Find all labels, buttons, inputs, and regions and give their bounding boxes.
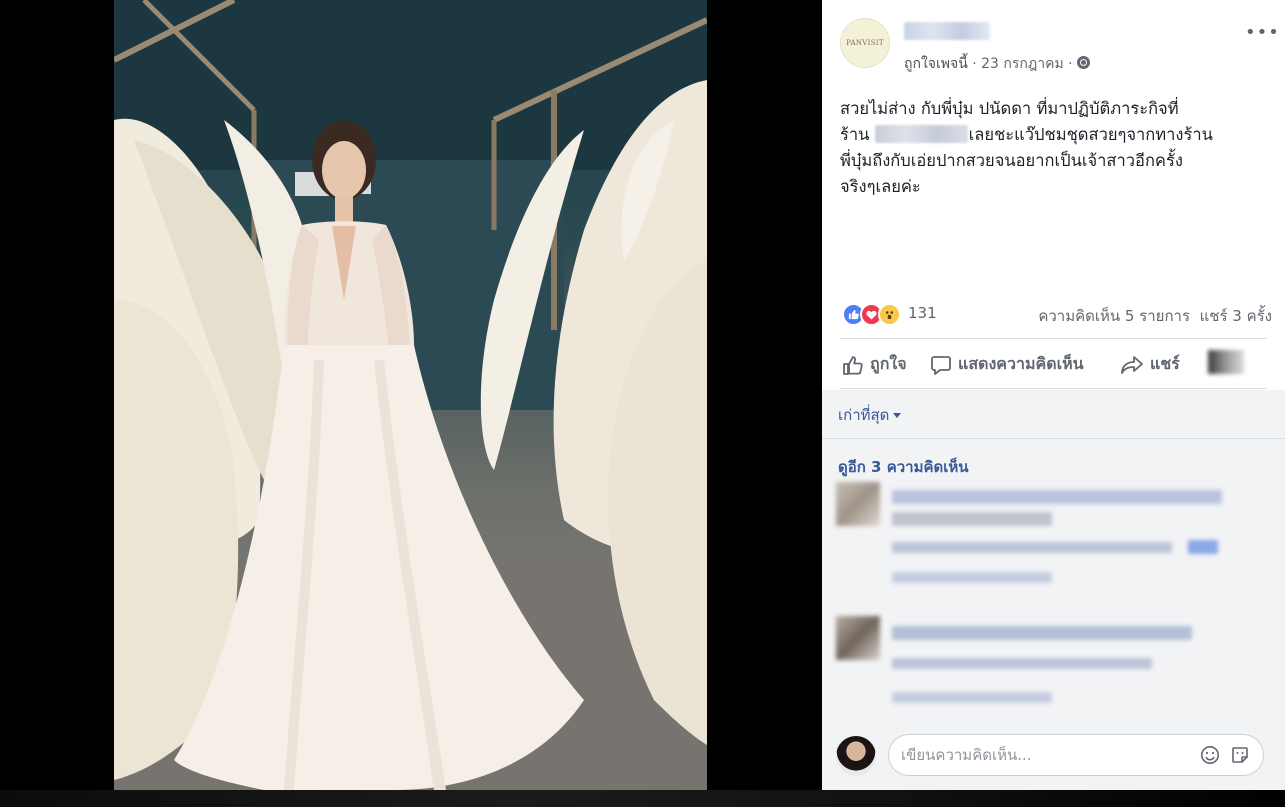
post-text-line: พี่บุ๋มถึงกับเอ่ยปากสวยจนอยากเป็นเจ้าสาว… xyxy=(840,151,1183,170)
comment-author-blurred[interactable] xyxy=(892,626,1192,640)
post-text-fragment: เลยชะแว๊ปชมชุดสวยๆจากทางร้าน xyxy=(968,125,1213,144)
comment-sort-dropdown[interactable]: เก่าที่สุด xyxy=(838,403,902,427)
post-side-panel: PANVISIT ถูกใจเพจนี้ · 23 กรกฎาคม · ••• … xyxy=(822,0,1285,790)
post-text-fragment: ร้าน xyxy=(840,125,875,144)
thumbs-up-icon xyxy=(843,355,863,375)
post-actions: ถูกใจ แสดงความคิดเห็น แชร์ xyxy=(842,348,1252,378)
share-label: แชร์ xyxy=(1150,354,1180,373)
bridal-shop-photo xyxy=(114,0,707,790)
comment-text-blurred xyxy=(892,512,1052,526)
avatar[interactable] xyxy=(836,736,876,776)
sort-label: เก่าที่สุด xyxy=(838,406,890,424)
comment-actions-blurred[interactable] xyxy=(892,542,1172,553)
reply-link-blurred[interactable] xyxy=(892,572,1052,583)
comment-item xyxy=(836,616,1256,726)
share-as-avatar-blurred[interactable] xyxy=(1208,350,1244,374)
globe-icon xyxy=(1077,56,1091,69)
like-page-link[interactable]: ถูกใจเพจนี้ xyxy=(904,56,968,72)
comment-item xyxy=(836,482,1256,592)
divider xyxy=(822,438,1285,439)
page-logo-text: PANVISIT xyxy=(846,39,884,47)
wow-reaction-icon xyxy=(878,303,901,326)
post-text-line: สวยไม่ส่าง กับพี่บุ๋ม ปนัดดา ที่มาปฏิบัต… xyxy=(840,99,1179,118)
comment-author-blurred[interactable] xyxy=(892,490,1222,504)
avatar[interactable] xyxy=(836,616,880,660)
reaction-icons[interactable] xyxy=(842,303,906,326)
smiley-icon[interactable] xyxy=(1200,745,1220,765)
meta-separator-2: · xyxy=(1063,56,1078,72)
write-comment-bar xyxy=(836,734,1271,778)
more-options-button[interactable]: ••• xyxy=(1245,24,1280,42)
comment-label: แสดงความคิดเห็น xyxy=(958,354,1084,373)
comments-section: เก่าที่สุด ดูอีก 3 ความคิดเห็น xyxy=(822,390,1285,790)
post-meta: ถูกใจเพจนี้ · 23 กรกฎาคม · xyxy=(904,53,1091,75)
comments-count-link[interactable]: ความคิดเห็น 5 รายการ xyxy=(1038,307,1190,325)
post-date[interactable]: 23 กรกฎาคม xyxy=(981,56,1064,72)
reaction-count[interactable]: 131 xyxy=(908,304,937,322)
view-more-comments-link[interactable]: ดูอีก 3 ความคิดเห็น xyxy=(838,455,969,479)
caret-down-icon xyxy=(893,413,902,418)
like-button[interactable]: ถูกใจ xyxy=(842,352,907,377)
sticker-icon[interactable] xyxy=(1230,745,1250,765)
shares-count-link[interactable]: แชร์ 3 ครั้ง xyxy=(1200,307,1272,325)
post-text: สวยไม่ส่าง กับพี่บุ๋ม ปนัดดา ที่มาปฏิบัต… xyxy=(840,96,1265,200)
photo-viewer xyxy=(0,0,822,807)
comment-button[interactable]: แสดงความคิดเห็น xyxy=(930,352,1084,377)
reaction-stats: 131 ความคิดเห็น 5 รายการ แชร์ 3 ครั้ง xyxy=(842,302,1272,326)
post-text-line: จริงๆเลยค่ะ xyxy=(840,177,921,196)
avatar[interactable] xyxy=(836,482,880,526)
engagement-counts: ความคิดเห็น 5 รายการ แชร์ 3 ครั้ง xyxy=(1038,304,1272,328)
post-header: PANVISIT ถูกใจเพจนี้ · 23 กรกฎาคม · ••• xyxy=(840,18,1279,72)
share-button[interactable]: แชร์ xyxy=(1120,352,1180,377)
divider xyxy=(840,388,1267,389)
blurred-shop-name xyxy=(874,125,968,143)
post-text-line: ร้าน เลยชะแว๊ปชมชุดสวยๆจากทางร้าน xyxy=(840,122,1265,148)
comment-reaction-blurred xyxy=(1188,540,1218,554)
share-arrow-icon xyxy=(1121,355,1143,374)
comment-actions-blurred[interactable] xyxy=(892,658,1152,669)
post-photo[interactable] xyxy=(114,0,707,790)
page-avatar[interactable]: PANVISIT xyxy=(840,18,890,68)
speech-bubble-icon xyxy=(931,355,951,375)
meta-separator: · xyxy=(967,56,982,72)
reply-link-blurred[interactable] xyxy=(892,692,1052,703)
viewer-bottom-strip xyxy=(0,790,1285,807)
page-name-blurred[interactable] xyxy=(904,22,990,40)
divider xyxy=(840,338,1267,339)
like-label: ถูกใจ xyxy=(870,354,907,373)
